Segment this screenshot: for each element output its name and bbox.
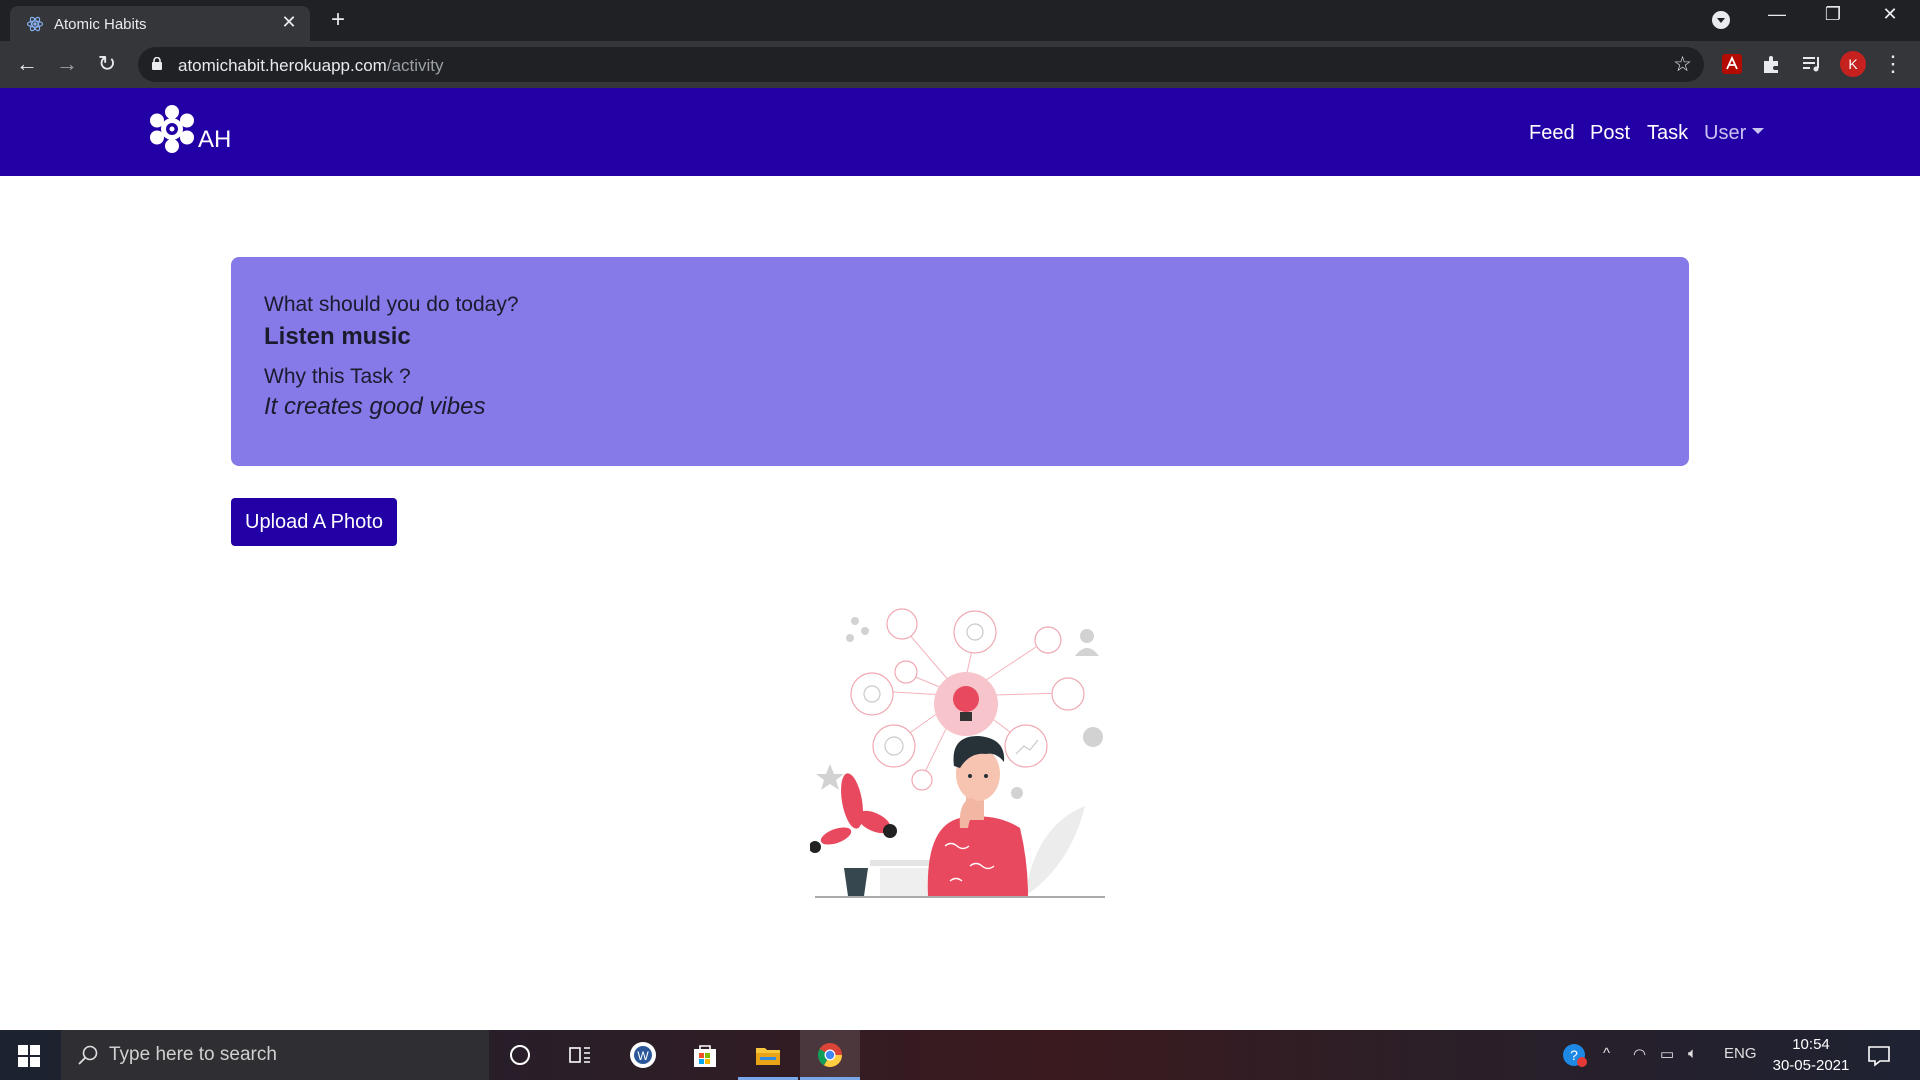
profile-avatar[interactable]: K [1840,51,1866,77]
window-close-icon[interactable]: ✕ [1870,4,1910,25]
thinking-person-illustration [810,608,1105,898]
task-view-icon[interactable] [565,1040,595,1070]
back-icon[interactable]: ← [12,49,42,79]
url-text: atomichabit.herokuapp.com/activity [178,56,444,75]
nav-feed[interactable]: Feed [1529,122,1575,145]
address-bar[interactable]: atomichabit.herokuapp.com/activity ☆ [138,47,1704,82]
microsoft-store-icon[interactable] [690,1040,720,1070]
notification-icon[interactable] [1864,1040,1894,1070]
clock-date: 30-05-2021 [1772,1057,1850,1074]
nav-user-dropdown[interactable]: User [1704,122,1765,145]
extensions-puzzle-icon[interactable] [1760,52,1784,76]
taskbar-search-box[interactable]: Type here to search [61,1030,489,1080]
new-tab-icon[interactable]: + [325,6,351,34]
lock-icon [152,57,162,70]
chevron-up-icon[interactable]: ^ [1603,1045,1610,1062]
flower-logo-icon[interactable] [148,104,196,154]
chrome-menu-icon[interactable]: ⋮ [1878,49,1908,79]
svg-text:?: ? [1570,1047,1578,1063]
restore-icon[interactable]: ❐ [1813,4,1853,25]
word-app-icon[interactable]: W [628,1040,658,1070]
chrome-icon [817,1043,842,1068]
task-reason: It creates good vibes [264,393,486,420]
reload-icon[interactable]: ↻ [92,49,122,79]
upload-photo-button[interactable]: Upload A Photo [231,498,397,546]
acrobat-extension-icon[interactable] [1720,52,1744,76]
wifi-icon[interactable]: ◠ [1633,1045,1646,1063]
why-label: Why this Task ? [264,365,411,388]
battery-icon[interactable]: ▭ [1660,1045,1674,1063]
tab-search-icon[interactable] [1712,11,1730,29]
file-explorer-taskbar-item[interactable] [738,1030,798,1080]
caret-down-icon [1752,127,1765,134]
browser-tab-strip: Atomic Habits ✕ + — ❐ ✕ [0,0,1920,41]
nav-task[interactable]: Task [1647,122,1688,145]
help-icon[interactable]: ? [1560,1040,1590,1070]
bookmark-star-icon[interactable]: ☆ [1673,52,1692,77]
question-label: What should you do today? [264,293,519,316]
task-title: Listen music [264,323,411,350]
windows-start-icon[interactable] [18,1045,40,1067]
minimize-icon[interactable]: — [1757,4,1797,25]
nav-post[interactable]: Post [1590,122,1630,145]
media-control-icon[interactable] [1800,52,1824,76]
site-navbar: AH Feed Post Task User [0,88,1920,176]
windows-taskbar: Type here to search W ? ^ ◠ ▭ 🔈︎ ENG 10:… [0,1030,1920,1080]
tab-title: Atomic Habits [54,16,147,33]
brand-name[interactable]: AH [198,126,231,154]
forward-icon[interactable]: → [52,49,82,79]
search-icon [78,1045,98,1065]
search-placeholder: Type here to search [109,1044,277,1065]
file-explorer-icon [756,1048,780,1065]
tab-close-icon[interactable]: ✕ [278,12,300,33]
browser-toolbar: ← → ↻ atomichabit.herokuapp.com/activity… [0,41,1920,88]
taskbar-clock[interactable]: 10:54 30-05-2021 [1766,1034,1856,1076]
chrome-taskbar-item[interactable] [800,1030,860,1080]
volume-icon[interactable]: 🔈︎ [1688,1045,1697,1062]
clock-time: 10:54 [1792,1036,1830,1053]
browser-tab[interactable]: Atomic Habits ✕ [10,6,310,41]
cortana-icon[interactable] [505,1040,535,1070]
react-atom-icon [26,16,44,32]
language-indicator[interactable]: ENG [1724,1045,1757,1062]
task-card: What should you do today? Listen music W… [231,257,1689,466]
svg-text:W: W [637,1049,649,1063]
